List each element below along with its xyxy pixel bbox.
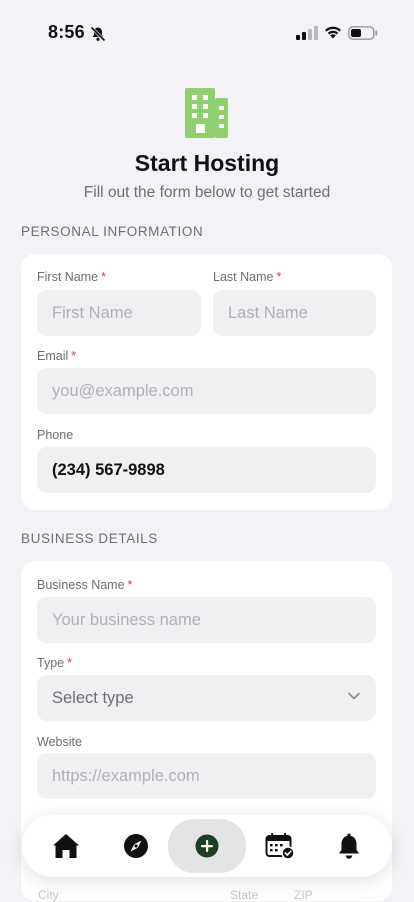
calendar-check-icon [265,833,295,860]
website-label: Website [37,735,82,749]
tab-home[interactable] [34,815,98,877]
required-asterisk: * [71,349,77,363]
business-name-field[interactable]: Your business name [37,597,376,643]
phone-label: Phone [37,428,74,442]
building-icon [185,88,228,138]
bell-muted-icon [90,26,106,42]
tab-explore[interactable] [104,815,168,877]
battery-icon [348,26,378,40]
business-name-label: Business Name * [37,578,133,592]
page-title: Start Hosting [134,150,280,176]
tab-bar [22,815,392,877]
chevron-down-icon [348,692,360,700]
required-asterisk: * [101,270,106,284]
wifi-icon [325,26,341,39]
status-bar: 8:56 [0,0,414,64]
page-subtitle: Fill out the form below to get started [83,184,331,201]
personal-info-card: First Name * First Name Last Name * Last N… [21,254,392,510]
tab-notifications[interactable] [317,815,381,877]
phone-field[interactable]: (234) 567-9898 [37,447,376,493]
website-field[interactable]: https://example.com [37,753,376,799]
cellular-signal-icon [296,26,318,40]
last-name-field[interactable]: Last Name [213,290,376,336]
bell-icon [338,833,360,859]
last-name-label: Last Name * [213,270,282,284]
type-select[interactable]: Select type [37,675,376,721]
tab-bookings[interactable] [248,815,312,877]
type-label: Type * [37,656,72,670]
section-title-personal: PERSONAL INFORMATION [21,224,204,239]
add-icon [195,834,219,858]
email-label: Email * [37,349,77,363]
first-name-field[interactable]: First Name [37,290,201,336]
first-name-label: First Name * [37,270,106,284]
section-title-business: BUSINESS DETAILS [21,531,158,546]
required-asterisk: * [67,656,72,670]
compass-icon [124,834,148,858]
home-icon [53,834,79,858]
email-field[interactable]: you@example.com [37,368,376,414]
required-asterisk: * [127,578,133,592]
required-asterisk: * [276,270,282,284]
status-time: 8:56 [48,22,85,42]
tab-add[interactable] [168,819,246,873]
